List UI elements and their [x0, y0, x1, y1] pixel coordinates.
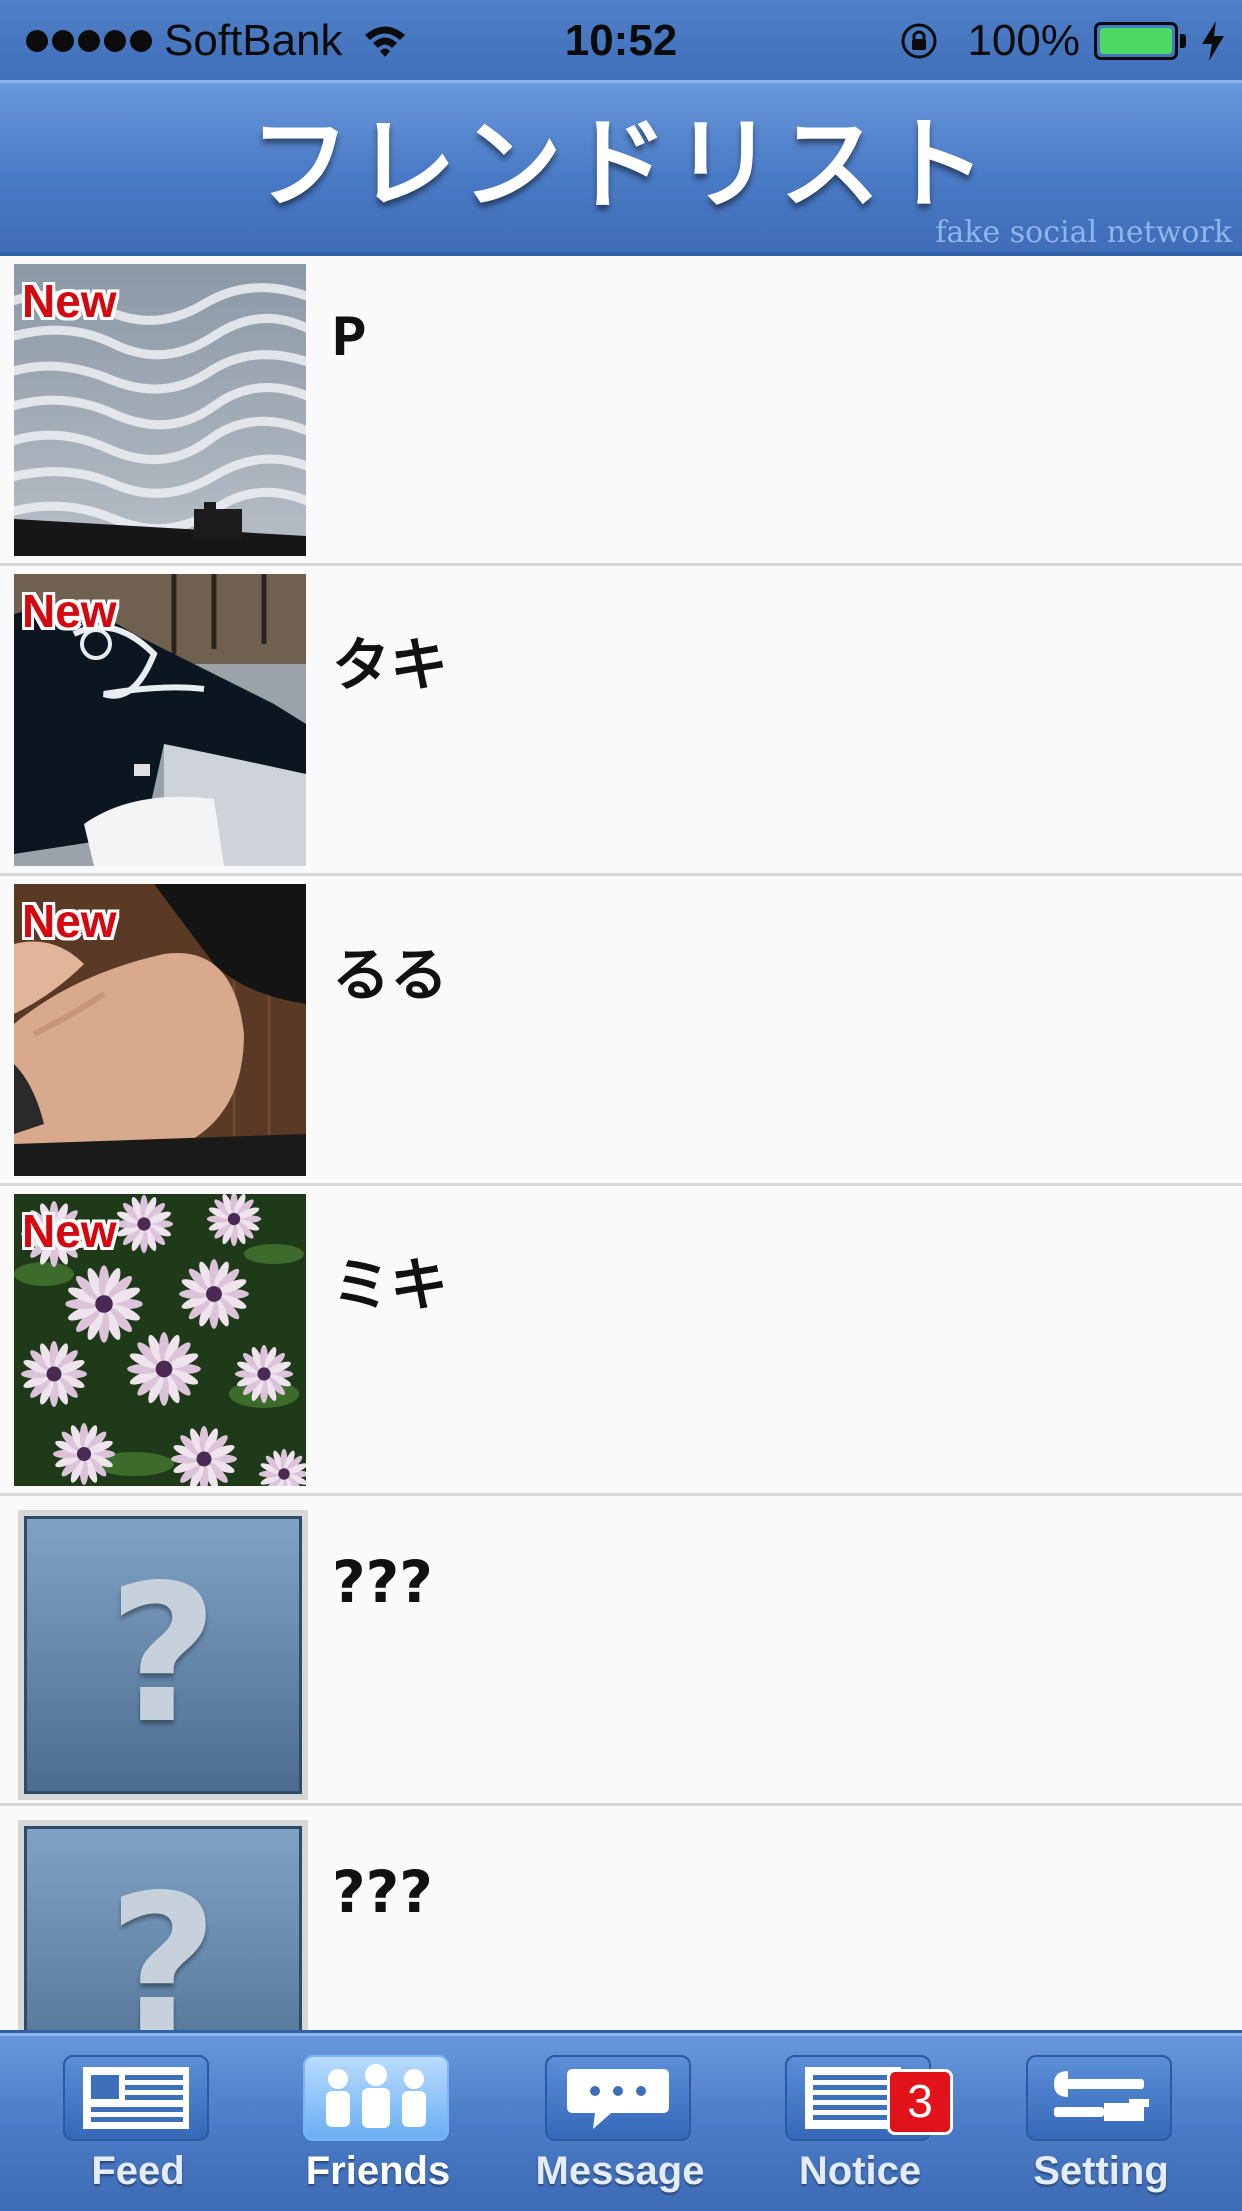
friend-row[interactable]: New ミキ	[0, 1186, 1242, 1496]
status-bar: SoftBank 10:52 100%	[0, 0, 1242, 80]
tab-bar: Feed Friends Message 3 Notice Setting	[0, 2030, 1242, 2211]
app-watermark: fake social network	[935, 215, 1232, 250]
battery-percent: 100%	[967, 16, 1080, 65]
tab-feed[interactable]: Feed	[63, 2055, 213, 2205]
tab-setting[interactable]: Setting	[1026, 2055, 1176, 2205]
page-title: フレンドリスト	[250, 106, 992, 223]
friend-name: ???	[332, 1548, 433, 1616]
question-mark-icon: ?	[107, 1544, 219, 1765]
friend-photo: New	[14, 884, 306, 1176]
new-badge: New	[22, 275, 117, 327]
friend-photo: New	[14, 1194, 306, 1486]
new-badge: New	[22, 895, 117, 947]
notification-count-badge: 3	[887, 2069, 953, 2135]
tab-message[interactable]: Message	[536, 2055, 704, 2205]
charging-bolt-icon	[1202, 21, 1224, 61]
battery-icon	[1094, 22, 1178, 60]
tab-label: Setting	[1033, 2149, 1169, 2193]
new-badge: New	[22, 1205, 117, 1257]
tab-friends[interactable]: Friends	[303, 2055, 453, 2205]
friend-name: タキ	[332, 631, 449, 699]
status-right: 100%	[899, 16, 1226, 66]
orientation-lock-icon	[901, 23, 937, 59]
friend-row[interactable]: New P	[0, 256, 1242, 566]
friends-icon	[303, 2055, 449, 2141]
setting-icon	[1026, 2055, 1172, 2141]
tab-notice[interactable]: 3 Notice	[785, 2055, 953, 2205]
placeholder-avatar: ?	[18, 1510, 308, 1800]
friend-row[interactable]: ? ???	[0, 1496, 1242, 1806]
tab-label: Notice	[798, 2149, 922, 2193]
feed-icon	[63, 2055, 209, 2141]
placeholder-avatar: ?	[18, 1820, 308, 2030]
friend-name: ???	[332, 1858, 433, 1926]
friend-name: るる	[332, 941, 449, 1009]
tab-label: Feed	[91, 2149, 185, 2193]
friend-photo: New	[14, 264, 306, 556]
friend-row[interactable]: New るる	[0, 876, 1242, 1186]
tab-label: Message	[535, 2149, 705, 2193]
friend-name: ミキ	[332, 1251, 449, 1319]
friend-name: P	[332, 308, 367, 373]
new-badge: New	[22, 585, 117, 637]
message-icon	[545, 2055, 691, 2141]
tab-label: Friends	[305, 2149, 451, 2193]
friend-photo: New	[14, 574, 306, 866]
nav-header: フレンドリスト fake social network	[0, 80, 1242, 256]
friend-row[interactable]: New タキ	[0, 566, 1242, 876]
question-mark-icon: ?	[107, 1854, 219, 2031]
friend-list[interactable]: New P New タキ New るる New ミキ ? ??? ? ???	[0, 256, 1242, 2030]
friend-row[interactable]: ? ???	[0, 1806, 1242, 2030]
